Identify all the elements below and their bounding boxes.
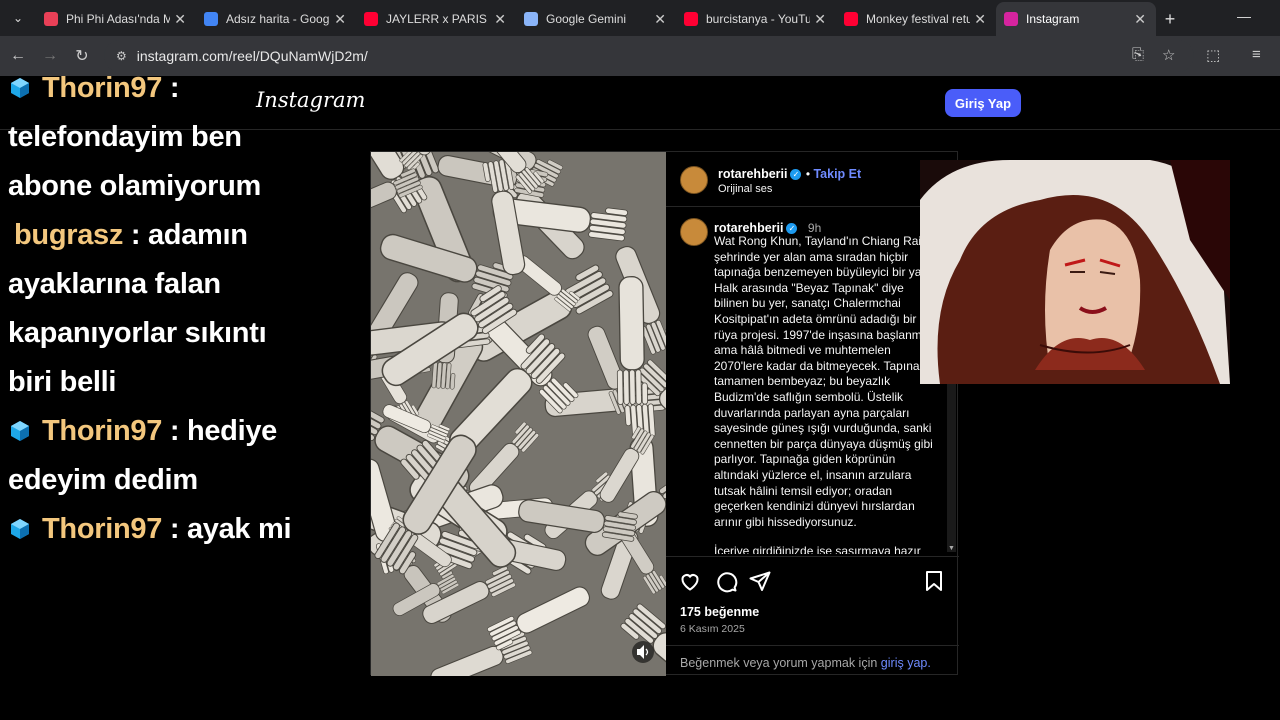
chat-separator: : (123, 219, 148, 251)
url-text: instagram.com/reel/DQuNamWjD2m/ (136, 48, 368, 64)
like-heart-icon[interactable] (678, 569, 702, 593)
tab-favicon-icon (524, 12, 538, 26)
tab-favicon-icon (1004, 12, 1018, 26)
caption-author-username[interactable]: rotarehberii (714, 221, 783, 235)
chat-text: telefondayim ben abone olamiyorum (8, 121, 262, 202)
tab-close-icon[interactable]: ✕ (174, 11, 186, 28)
bookmark-star-icon[interactable]: ☆ (1162, 46, 1175, 64)
share-icon[interactable] (748, 569, 772, 593)
tab-title: Adsız harita - Google (226, 12, 330, 26)
chat-message: Thorin97 : ayak mi (8, 505, 308, 554)
follow-button[interactable]: Takip Et (813, 167, 861, 181)
post-sidebar: rotarehberii✓ • Takip Et Orijinal ses ··… (666, 152, 959, 676)
tab-search-icon[interactable]: ⌄ (0, 0, 36, 36)
verified-badge-icon: ✓ (790, 169, 802, 180)
chat-separator: : (162, 513, 187, 545)
browser-tab[interactable]: Google Gemini ✕ (516, 2, 676, 36)
new-tab-button[interactable]: + (1156, 2, 1184, 36)
browser-tab-strip: ⌄ Phi Phi Adası'nda Mu ✕ Adsız harita - Go… (0, 0, 1280, 36)
tab-favicon-icon (684, 12, 698, 26)
reload-icon[interactable]: ↻ (66, 46, 98, 66)
site-info-icon[interactable]: ⚙ (116, 49, 127, 63)
stream-chat-overlay: Thorin97 : telefondayim ben abone olamiy… (8, 64, 308, 554)
login-prompt: Beğenmek veya yorum yapmak için giriş ya… (666, 645, 959, 680)
tab-favicon-icon (364, 12, 378, 26)
chat-separator: : (162, 72, 180, 104)
reading-list-icon[interactable]: ≡ (1252, 46, 1261, 63)
chat-username: Thorin97 (42, 415, 163, 447)
chat-text: ayak mi (186, 513, 292, 545)
login-prompt-link[interactable]: giriş yap. (881, 656, 931, 670)
instagram-post: rotarehberii✓ • Takip Et Orijinal ses ··… (370, 151, 959, 676)
cube-icon (8, 508, 32, 539)
header-separator (666, 206, 959, 207)
verified-badge-icon: ✓ (786, 223, 798, 234)
tab-favicon-icon (844, 12, 858, 26)
browser-tab[interactable]: Monkey festival retu ✕ (836, 2, 996, 36)
tab-close-icon[interactable]: ✕ (654, 11, 666, 28)
chat-username: Thorin97 (42, 72, 163, 104)
comment-icon[interactable] (714, 569, 738, 593)
browser-tab[interactable]: Instagram ✕ (996, 2, 1156, 36)
tab-close-icon[interactable]: ✕ (1134, 11, 1146, 28)
back-icon[interactable]: ← (2, 47, 34, 65)
tab-close-icon[interactable]: ✕ (814, 11, 826, 28)
cube-icon (8, 67, 32, 98)
chat-username: bugrasz (14, 219, 124, 251)
tab-title: Phi Phi Adası'nda Mu (66, 12, 170, 26)
tab-favicon-icon (204, 12, 218, 26)
post-time-ago: 9h (807, 221, 822, 235)
mute-icon[interactable] (632, 641, 654, 663)
tab-title: Monkey festival retu (866, 12, 970, 26)
tab-title: Google Gemini (546, 12, 627, 26)
page-content: Instagram Giriş Yap rotarehberii ✓ • Taki… (0, 72, 1280, 720)
audio-label[interactable]: Orijinal ses (718, 183, 861, 195)
reel-video-frame (371, 152, 666, 676)
tab-favicon-icon (44, 12, 58, 26)
post-caption: Wat Rong Khun, Tayland'ın Chiang Rai şeh… (714, 234, 935, 529)
cube-icon (8, 410, 32, 441)
scroll-down-icon[interactable]: ▼ (948, 545, 955, 552)
tab-close-icon[interactable]: ✕ (974, 11, 986, 28)
browser-tab[interactable]: Adsız harita - Google ✕ (196, 2, 356, 36)
tab-close-icon[interactable]: ✕ (494, 11, 506, 28)
post-actions: 175 beğenme 6 Kasım 2025 Beğenmek veya y… (666, 556, 959, 676)
minimize-icon[interactable]: — (1237, 8, 1251, 24)
chat-message: Thorin97 : telefondayim ben abone olamiy… (8, 64, 308, 211)
tab-title: JAYLERR x PARIS - (Ai (386, 12, 490, 26)
post-caption-continued: İçeriye girdiğinizde ise şaşırmaya hazır (714, 544, 921, 555)
chat-username: Thorin97 (42, 513, 163, 545)
browser-tab[interactable]: JAYLERR x PARIS - (Ai ✕ (356, 2, 516, 36)
save-bookmark-icon[interactable] (922, 569, 946, 593)
streamer-webcam-overlay (920, 160, 1230, 384)
caption-scroll-area[interactable]: Wat Rong Khun, Tayland'ın Chiang Rai şeh… (714, 234, 936, 554)
tab-title: Instagram (1026, 12, 1080, 26)
post-media-video[interactable] (371, 152, 666, 676)
chat-separator: : (162, 415, 187, 447)
tab-close-icon[interactable]: ✕ (334, 11, 346, 28)
caption-author-avatar[interactable] (680, 218, 708, 246)
login-button[interactable]: Giriş Yap (945, 89, 1021, 117)
chat-message: Thorin97 : hediye edeyim dedim (8, 407, 308, 505)
forward-icon[interactable]: → (34, 47, 66, 65)
login-prompt-text: Beğenmek veya yorum yapmak için (680, 656, 878, 670)
likes-count[interactable]: 175 beğenme (680, 605, 759, 619)
extensions-icon[interactable]: ⬚ (1206, 46, 1220, 64)
browser-tab[interactable]: burcistanya - YouTub ✕ (676, 2, 836, 36)
install-app-icon[interactable]: ⎘ (1132, 46, 1144, 63)
tab-title: burcistanya - YouTub (706, 12, 810, 26)
author-username[interactable]: rotarehberii (718, 167, 787, 181)
chat-message: bugrasz : adamın ayaklarına falan kapanı… (8, 211, 308, 407)
author-avatar[interactable] (680, 166, 708, 194)
webcam-feed (920, 160, 1230, 384)
post-date: 6 Kasım 2025 (680, 623, 745, 635)
browser-tab[interactable]: Phi Phi Adası'nda Mu ✕ (36, 2, 196, 36)
